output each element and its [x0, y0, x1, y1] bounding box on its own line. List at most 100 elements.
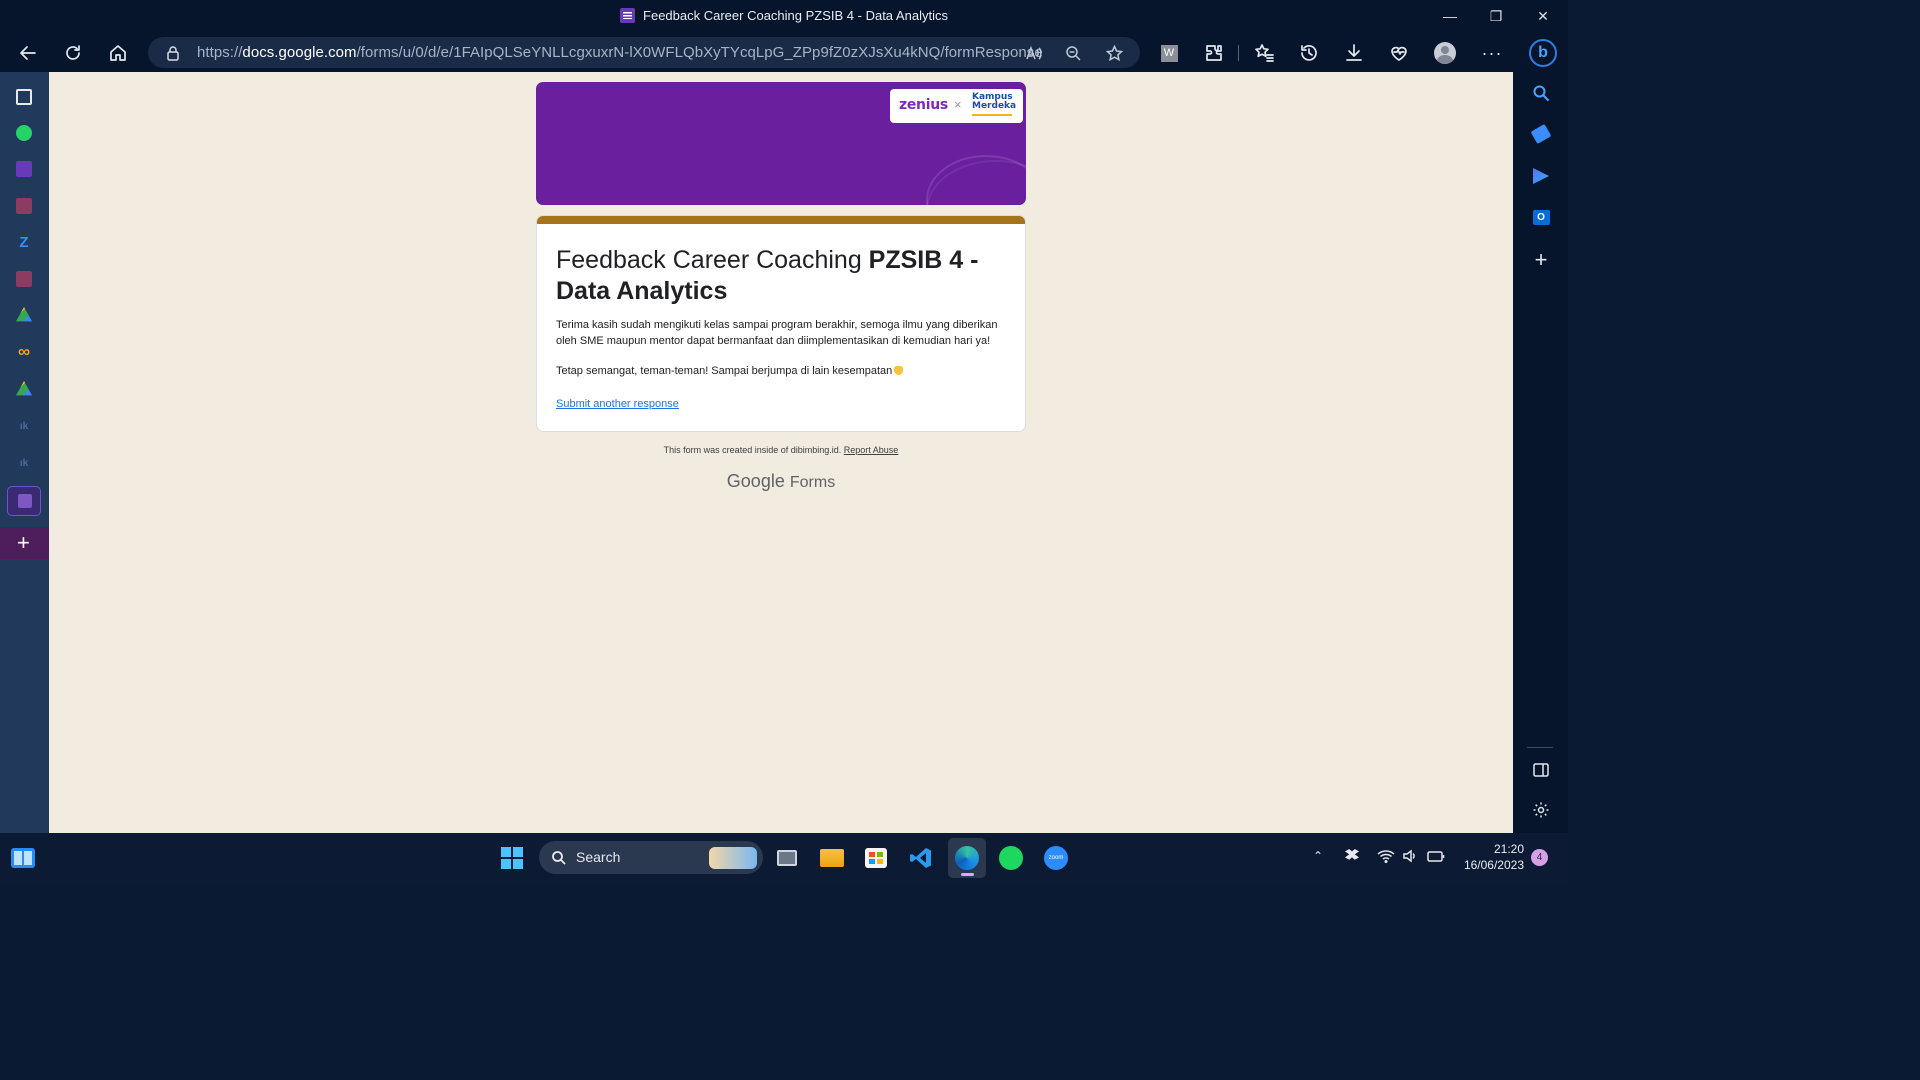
zenius-tab-icon[interactable]: Z — [12, 230, 36, 254]
home-button[interactable] — [106, 41, 130, 65]
url-text[interactable]: https://docs.google.com/forms/u/0/d/e/1F… — [197, 44, 1043, 61]
whatsapp-tab-icon[interactable] — [12, 121, 36, 145]
taskbar-search-box[interactable]: Search — [539, 841, 763, 874]
search-label: Search — [576, 849, 621, 865]
restore-button[interactable]: ❐ — [1486, 6, 1506, 26]
browser-toolbar: https://docs.google.com/forms/u/0/d/e/1F… — [0, 33, 1568, 72]
extensions-icon[interactable] — [1202, 41, 1226, 65]
minimize-button[interactable]: — — [1440, 6, 1460, 26]
infinity-tab-icon[interactable]: ∞ — [12, 340, 36, 364]
edge-taskbar-icon[interactable] — [948, 838, 986, 878]
logo-separator: × — [954, 97, 962, 112]
extension-w-icon[interactable]: W — [1157, 41, 1181, 65]
task-view-icon[interactable] — [771, 842, 803, 874]
kampus-merdeka-logo-text: Kampus Merdeka — [972, 93, 1016, 111]
google-forms-icon — [620, 8, 636, 23]
read-aloud-icon[interactable] — [1022, 42, 1044, 64]
form-title-regular: Feedback Career Coaching — [556, 246, 869, 274]
search-highlight-illustration — [709, 847, 757, 869]
merdeka-text: Merdeka — [972, 101, 1017, 111]
form-header-banner: zenius × Kampus Merdeka — [536, 82, 1026, 205]
active-google-forms-tab[interactable] — [7, 486, 41, 516]
farewell-text: Tetap semangat, teman-teman! Sampai berj… — [556, 365, 893, 377]
window-title: Feedback Career Coaching PZSIB 4 - Data … — [0, 8, 1568, 23]
submit-another-response-link[interactable]: Submit another response — [556, 398, 679, 410]
bing-chat-icon[interactable] — [1529, 164, 1553, 188]
notification-badge[interactable]: 4 — [1531, 849, 1548, 866]
tab-actions-icon[interactable] — [12, 85, 36, 109]
url-path: /forms/u/0/d/e/1FAIpQLSeYNLLcgxuxrN-lX0W… — [356, 44, 1043, 61]
back-button[interactable] — [16, 41, 40, 65]
new-tab-button[interactable]: + — [0, 527, 49, 559]
clock-time: 21:20 — [1493, 842, 1524, 856]
performance-icon[interactable] — [1387, 41, 1411, 65]
settings-gear-icon[interactable] — [1529, 798, 1553, 822]
hide-sidebar-icon[interactable] — [1529, 758, 1553, 782]
google-drive-tab-icon-2[interactable] — [12, 377, 36, 401]
volume-icon[interactable] — [1402, 849, 1418, 866]
sidebar-divider — [1527, 747, 1553, 748]
pdf-tab-icon-2[interactable] — [12, 267, 36, 291]
form-footer-note: This form was created inside of dibimbin… — [536, 445, 1026, 455]
show-hidden-icons-chevron-icon[interactable]: ⌃ — [1313, 849, 1323, 863]
vertical-tabs-panel: Z ∞ ık ık + — [0, 72, 49, 833]
banner-decoration — [926, 155, 1026, 205]
zenius-kampus-merdeka-logo: zenius × Kampus Merdeka — [890, 89, 1023, 123]
zoom-icon[interactable]: zoom — [1040, 842, 1072, 874]
card-accent-bar — [537, 216, 1025, 224]
window-title-bar: Feedback Career Coaching PZSIB 4 - Data … — [0, 0, 1568, 33]
battery-icon[interactable] — [1427, 849, 1445, 866]
bing-icon[interactable]: b — [1528, 38, 1558, 68]
pdf-tab-icon[interactable] — [12, 194, 36, 218]
favorite-star-icon[interactable] — [1103, 42, 1125, 64]
footer-note-text: This form was created inside of dibimbin… — [663, 445, 842, 455]
history-icon[interactable] — [1297, 41, 1321, 65]
vscode-icon[interactable] — [905, 842, 937, 874]
url-prefix: https:// — [197, 44, 243, 61]
waving-hand-emoji-icon — [894, 366, 904, 375]
google-forms-icon — [18, 494, 32, 508]
favorites-icon[interactable] — [1252, 41, 1276, 65]
address-bar[interactable]: https://docs.google.com/forms/u/0/d/e/1F… — [148, 37, 1140, 68]
kampus-merdeka-underline — [972, 114, 1012, 116]
google-logo-text: Google — [726, 471, 785, 491]
dropbox-icon[interactable] — [1345, 849, 1361, 863]
confirmation-message: Terima kasih sudah mengikuti kelas sampa… — [556, 319, 998, 347]
page-content: zenius × Kampus Merdeka Feedback Career C… — [49, 72, 1513, 833]
file-explorer-icon[interactable] — [816, 842, 848, 874]
wifi-icon[interactable] — [1377, 849, 1395, 866]
zoom-out-icon[interactable] — [1062, 42, 1084, 64]
search-icon[interactable] — [1529, 81, 1553, 105]
forms-logo-text: Forms — [789, 474, 836, 491]
ik-tab-icon[interactable]: ık — [12, 414, 36, 438]
search-icon — [552, 851, 566, 865]
google-drive-tab-icon[interactable] — [12, 303, 36, 327]
add-sidebar-app-icon[interactable]: + — [1529, 247, 1553, 272]
url-host: docs.google.com — [242, 44, 357, 61]
zenius-logo-text: zenius — [899, 97, 948, 113]
report-abuse-link[interactable]: Report Abuse — [844, 445, 899, 455]
toolbar-divider — [1238, 45, 1239, 61]
windows-taskbar: Search zoom ⌃ 21:20 16/06/2023 4 — [0, 833, 1568, 882]
refresh-icon — [66, 45, 80, 60]
widgets-icon[interactable] — [7, 842, 39, 874]
close-button[interactable]: ✕ — [1533, 6, 1553, 26]
form-response-card: Feedback Career Coaching PZSIB 4 - Data … — [536, 215, 1026, 432]
refresh-button[interactable] — [61, 41, 85, 65]
downloads-icon[interactable] — [1342, 41, 1366, 65]
google-forms-tab-icon[interactable] — [12, 157, 36, 181]
form-title: Feedback Career Coaching PZSIB 4 - Data … — [556, 245, 996, 307]
start-button[interactable] — [496, 842, 528, 874]
spotify-icon[interactable] — [995, 842, 1027, 874]
more-options-icon[interactable]: ··· — [1480, 41, 1504, 65]
edge-sidebar: O + — [1513, 72, 1568, 833]
system-clock[interactable]: 21:20 16/06/2023 — [1458, 841, 1524, 873]
outlook-icon[interactable]: O — [1529, 205, 1553, 229]
lock-icon — [166, 45, 180, 66]
ik-tab-icon-2[interactable]: ık — [12, 451, 36, 475]
shopping-tag-icon[interactable] — [1529, 122, 1553, 146]
google-forms-logo[interactable]: Google Forms — [536, 471, 1026, 492]
profile-icon[interactable] — [1433, 41, 1457, 65]
microsoft-store-icon[interactable] — [860, 842, 892, 874]
home-icon — [110, 45, 126, 61]
